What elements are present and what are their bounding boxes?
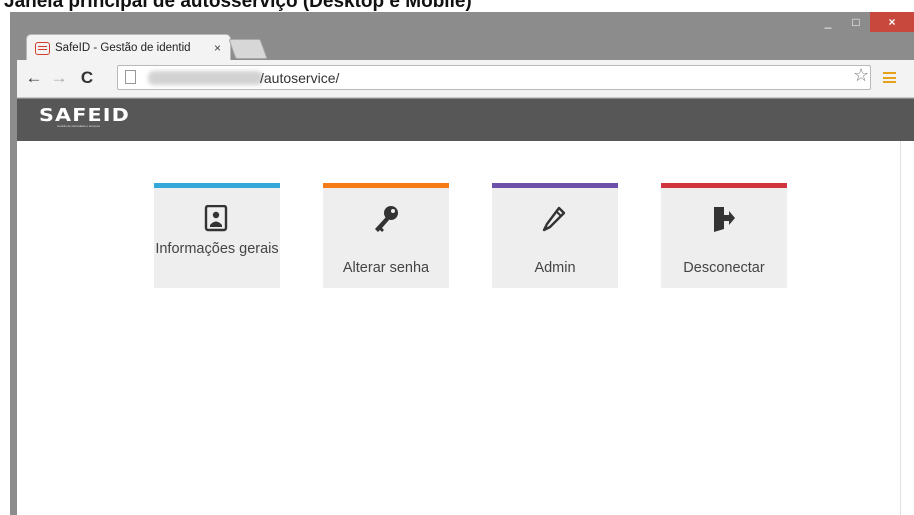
safeid-logo[interactable]: SAFEID Gestão de identidade e acessos	[39, 105, 129, 128]
tile-label: Admin	[534, 260, 576, 276]
bookmark-star-icon[interactable]: ☆	[853, 65, 869, 86]
pencil-icon	[542, 206, 566, 232]
page-icon	[125, 70, 136, 84]
tile-alterar-senha[interactable]: Alterar senha	[323, 183, 449, 288]
tile-accent-bar	[492, 183, 618, 188]
tile-accent-bar	[323, 183, 449, 188]
page-caption: Janela principal de autosserviço (Deskto…	[0, 0, 914, 12]
tile-informacoes-gerais[interactable]: Informações gerais	[154, 183, 280, 288]
forward-button[interactable]: →	[48, 68, 70, 88]
tab-title: SafeID - Gestão de identid	[55, 42, 191, 54]
browser-window: _ □ × SafeID - Gestão de identid × ← → C…	[10, 12, 914, 515]
address-url: /autoservice/	[260, 70, 340, 86]
tile-desconectar[interactable]: Desconectar	[661, 183, 787, 288]
safeid-favicon-icon	[35, 41, 50, 55]
tab-close-icon[interactable]: ×	[214, 41, 230, 55]
back-button[interactable]: ←	[23, 68, 45, 88]
address-bar[interactable]: /autoservice/	[117, 65, 871, 90]
logo-wordmark: SAFEID	[39, 105, 130, 126]
window-close-button[interactable]: ×	[870, 12, 914, 32]
tile-label: Desconectar	[683, 260, 765, 276]
browser-tab[interactable]: SafeID - Gestão de identid ×	[26, 34, 231, 61]
scrollbar[interactable]	[900, 141, 914, 515]
tile-label: Informações gerais	[155, 241, 279, 257]
contact-card-icon	[204, 205, 228, 232]
tile-admin[interactable]: Admin	[492, 183, 618, 288]
redacted-host	[148, 71, 263, 85]
tile-accent-bar	[661, 183, 787, 188]
reload-button[interactable]: C	[76, 68, 98, 88]
browser-toolbar: ← → C /autoservice/ ☆	[17, 60, 914, 98]
maximize-button[interactable]: □	[842, 12, 870, 32]
window-controls: _ □ ×	[814, 12, 914, 34]
minimize-button[interactable]: _	[814, 12, 842, 32]
browser-menu-icon[interactable]	[883, 72, 896, 83]
page-content: SAFEID Gestão de identidade e acessos In…	[17, 99, 914, 515]
new-tab-button[interactable]	[228, 39, 268, 59]
tile-label: Alterar senha	[342, 260, 430, 276]
logout-door-icon	[714, 207, 735, 232]
app-header: SAFEID Gestão de identidade e acessos	[17, 99, 914, 141]
tile-accent-bar	[154, 183, 280, 188]
key-icon	[375, 206, 398, 232]
